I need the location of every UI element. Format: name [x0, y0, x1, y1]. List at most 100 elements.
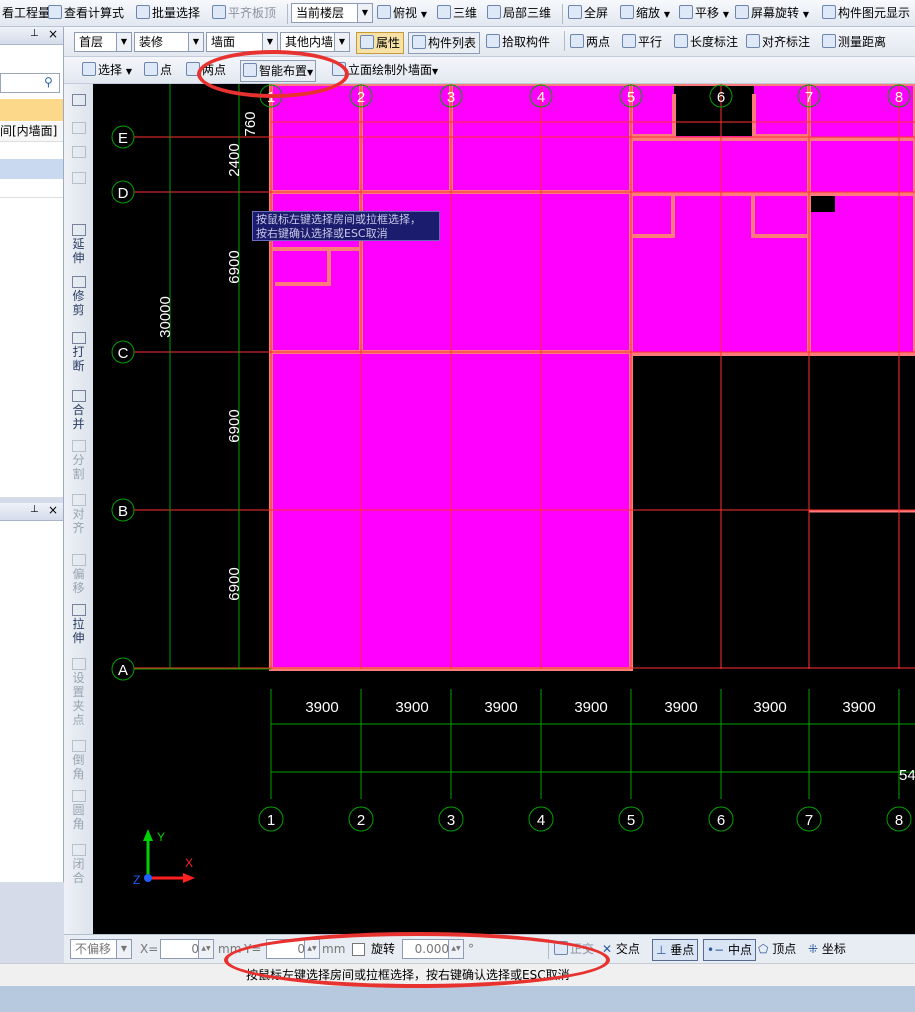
tool-label: 拉伸 — [72, 617, 85, 645]
midpoint-label: 中点 — [727, 943, 752, 957]
split-icon — [71, 440, 86, 452]
measure-distance-label: 测量距离 — [838, 35, 887, 49]
midpoint-snap-button[interactable]: •− 中点 — [703, 939, 756, 961]
chamfer-icon — [71, 740, 86, 752]
coordinate-label: 坐标 — [821, 942, 846, 956]
zoom-icon — [620, 5, 634, 19]
pick-component-button[interactable]: 拾取构件 — [486, 32, 550, 52]
selected-header-row[interactable] — [0, 99, 63, 121]
align-slab-top-button[interactable]: 平齐板顶 — [212, 3, 276, 23]
x-input[interactable]: 0 ▲▼ — [160, 939, 214, 959]
bottom-axis-label-2: 2 — [357, 812, 365, 829]
tool-extend[interactable]: 延伸 — [64, 224, 93, 265]
rooms[interactable] — [271, 84, 915, 669]
extend-icon — [71, 224, 86, 236]
component-item[interactable]: 间[内墙面] — [0, 122, 63, 142]
property-row[interactable] — [0, 179, 63, 198]
tool-fillet[interactable]: 圆角 — [64, 790, 93, 831]
offset-mode-select[interactable]: 不偏移 ▼ — [70, 939, 132, 959]
chevron-down-icon: ▼ — [722, 10, 729, 19]
rotate-screen-button[interactable]: 屏幕旋转 ▼ — [735, 3, 809, 23]
spinner-icon[interactable]: ▲▼ — [198, 940, 213, 958]
component-list-button[interactable]: 构件列表 — [408, 32, 481, 54]
tool-label: 分割 — [72, 453, 85, 481]
hand-icon — [679, 5, 693, 19]
tool-align[interactable]: 对齐 — [64, 494, 93, 535]
zoom-button[interactable]: 缩放 ▼ — [620, 3, 670, 23]
draw-toolbar: 选择 ▼ 点 两点 智能布置▼ 立面绘制外墙面▼ — [0, 57, 915, 84]
batch-select-button[interactable]: 批量选择 — [136, 3, 200, 23]
batch-select-icon — [136, 5, 150, 19]
left-panel: ⊥ × ⚲ 间[内墙面] ⊥ × — [0, 27, 64, 882]
intersection-label: 交点 — [615, 942, 640, 956]
tool-mirror[interactable] — [64, 146, 93, 159]
category-select[interactable]: 装修 ▼ — [134, 32, 204, 52]
component-select[interactable]: 其他内墙 ▼ — [280, 32, 350, 52]
align-dim-icon — [746, 34, 760, 48]
zoom-label: 缩放 — [636, 6, 661, 20]
top-axis-label-8: 8 — [895, 89, 903, 106]
panel-header: ⊥ × — [0, 27, 63, 45]
close-icon[interactable]: × — [48, 503, 58, 517]
tool-move[interactable] — [64, 172, 93, 185]
bottom-axis-label-3: 3 — [447, 812, 455, 829]
floor-select[interactable]: 首层 ▼ — [74, 32, 132, 52]
close-icon[interactable]: × — [48, 27, 58, 41]
tool-copy[interactable] — [64, 122, 93, 135]
chevron-down-icon: ▼ — [125, 67, 132, 76]
pin-icon[interactable]: ⊥ — [30, 504, 39, 515]
ucs-y-label: Y — [157, 830, 165, 844]
drawing-canvas[interactable]: E D C B A 1 2 3 4 5 6 7 8 1 2 3 4 5 6 7 … — [93, 84, 915, 934]
tool-break[interactable]: 打断 — [64, 332, 93, 373]
tool-trim[interactable]: 修剪 — [64, 276, 93, 317]
view-formula-button[interactable]: 查看计算式 — [48, 3, 124, 23]
vertex-snap-button[interactable]: ⬠ 顶点 — [758, 939, 796, 959]
local-3d-button[interactable]: 局部三维 — [487, 3, 551, 23]
parallel-label: 平行 — [638, 35, 663, 49]
top-view-button[interactable]: 俯视 ▼ — [377, 3, 427, 23]
cube-icon — [377, 5, 391, 19]
pin-icon[interactable]: ⊥ — [30, 28, 39, 39]
length-dim-button[interactable]: 长度标注 — [674, 32, 738, 52]
search-icon[interactable]: ⚲ — [44, 75, 53, 89]
coordinate-snap-button[interactable]: ⁜ 坐标 — [808, 939, 846, 959]
3d-view-button[interactable]: 三维 — [437, 3, 477, 23]
selected-row[interactable] — [0, 159, 63, 179]
display-icon — [822, 5, 836, 19]
point-button[interactable]: 点 — [144, 60, 172, 80]
perpendicular-snap-button[interactable]: ⊥ 垂点 — [652, 939, 699, 961]
tool-brush[interactable] — [64, 94, 93, 107]
select-button[interactable]: 选择 ▼ — [82, 60, 132, 80]
tool-stretch[interactable]: 拉伸 — [64, 604, 93, 645]
tool-close[interactable]: 闭合 — [64, 844, 93, 885]
top-axis-label-2: 2 — [357, 89, 365, 106]
tool-set-grip[interactable]: 设置夹点 — [64, 658, 93, 727]
dim-3900-2: 3900 — [395, 699, 428, 716]
chevron-down-icon: ▼ — [357, 4, 372, 22]
fullscreen-button[interactable]: 全屏 — [568, 3, 608, 23]
type-select[interactable]: 墙面 ▼ — [206, 32, 278, 52]
align-icon — [71, 494, 86, 506]
floor-plan[interactable]: E D C B A 1 2 3 4 5 6 7 8 1 2 3 4 5 6 7 … — [93, 84, 915, 934]
tooltip-line-2: 按右键确认选择或ESC取消 — [256, 227, 388, 240]
point-icon — [144, 62, 158, 76]
view-quantity-label: 工程量 — [14, 6, 51, 20]
tool-chamfer[interactable]: 倒角 — [64, 740, 93, 781]
tool-offset[interactable]: 偏移 — [64, 554, 93, 595]
align-dim-button[interactable]: 对齐标注 — [746, 32, 810, 52]
dim-two-points-button[interactable]: 两点 — [570, 32, 610, 52]
tool-split[interactable]: 分割 — [64, 440, 93, 481]
tool-merge[interactable]: 合并 — [64, 390, 93, 431]
void — [674, 84, 754, 136]
measure-distance-button[interactable]: 测量距离 — [822, 32, 886, 52]
floor-scope-select[interactable]: 当前楼层 ▼ — [291, 3, 373, 23]
tool-label: 设置夹点 — [72, 671, 85, 727]
3d-view-label: 三维 — [453, 6, 478, 20]
dim-3900-4: 3900 — [574, 699, 607, 716]
display-elements-button[interactable]: 构件图元显示 — [822, 3, 910, 23]
view-quantity-button[interactable]: 看工程量 — [2, 3, 50, 23]
point-label: 点 — [160, 63, 173, 77]
pan-button[interactable]: 平移 ▼ — [679, 3, 729, 23]
properties-button[interactable]: 属性 — [356, 32, 405, 54]
parallel-button[interactable]: 平行 — [622, 32, 662, 52]
